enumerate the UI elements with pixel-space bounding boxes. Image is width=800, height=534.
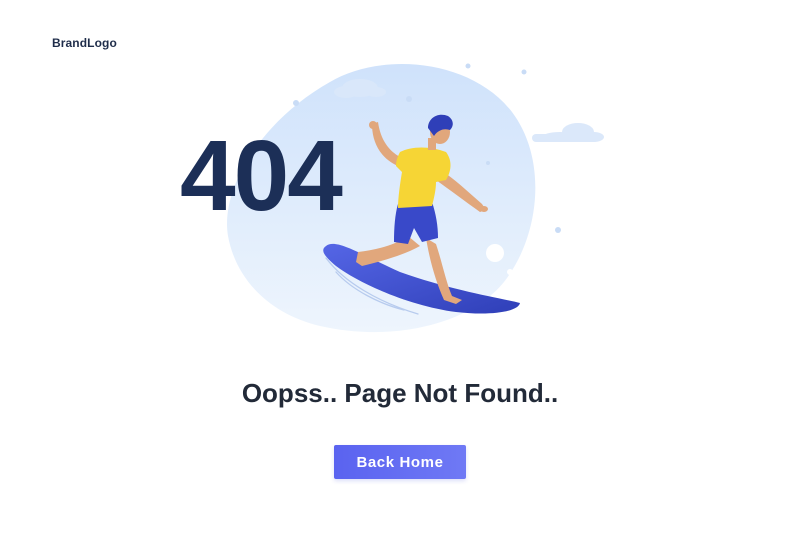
back-home-button[interactable]: Back Home xyxy=(334,445,466,479)
bubble xyxy=(486,244,504,262)
surfer-illustration xyxy=(227,63,604,333)
not-found-message: Oopss.. Page Not Found.. xyxy=(241,378,559,408)
cloud-icon xyxy=(532,123,604,142)
bubble xyxy=(507,269,513,275)
error-code: 404 xyxy=(180,120,343,232)
not-found-page: BrandLogo 404 Oopss.. Page Not Found.. B… xyxy=(0,0,800,534)
surfer-hand xyxy=(480,206,488,212)
